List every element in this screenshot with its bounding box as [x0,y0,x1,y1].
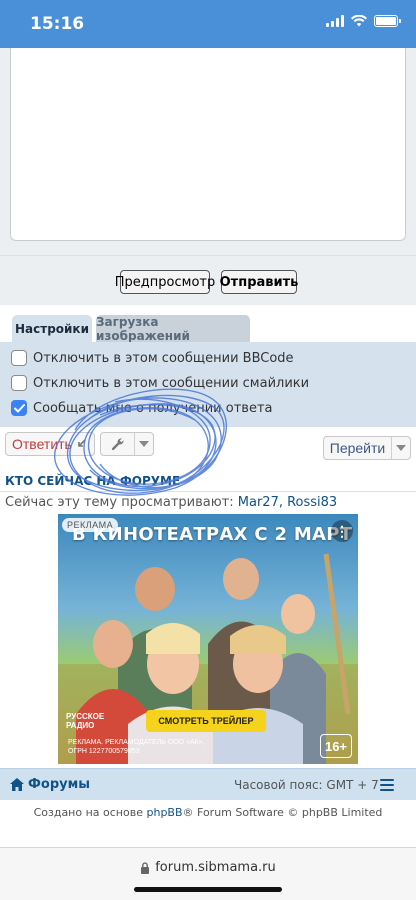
home-icon [10,778,24,791]
chevron-down-icon [396,445,406,451]
jump-to-button[interactable]: Перейти [323,436,411,460]
divider [0,491,416,492]
option-notify-reply[interactable]: Сообщать мне о получении ответа [11,400,273,416]
options-panel: Отключить в этом сообщении BBCode Отключ… [0,342,416,427]
submit-buttons: Предпросмотр Отправить [0,255,416,305]
preview-button[interactable]: Предпросмотр [115,270,215,294]
checkmark-icon [13,403,25,412]
viewing-prefix: Сейчас эту тему просматривают: [5,495,234,510]
checkbox[interactable] [11,375,27,391]
checkbox[interactable] [11,350,27,366]
viewing-user-links[interactable]: Mar27, Rossi83 [238,495,337,510]
ad-logo: РУССКОЕ РАДИО [66,712,105,730]
ad-legal-line: ОГРН 1227700579853 [68,748,140,755]
status-icons [326,15,401,27]
timezone-text: Часовой пояс: GMT + 7 [234,778,379,792]
option-label: Отключить в этом сообщении BBCode [33,350,294,366]
forums-home-link[interactable]: Форумы [10,777,90,792]
options-tabs: Настройки Загрузка изображений [0,305,416,343]
home-indicator [134,887,282,892]
browser-address-bar[interactable]: forum.sibmama.ru [0,847,416,900]
tab-settings[interactable]: Настройки [12,315,92,342]
url-display[interactable]: forum.sibmama.ru [0,860,416,875]
wrench-icon [111,438,124,451]
status-bar: 15:16 [0,0,416,48]
lock-icon [141,861,150,874]
message-textarea[interactable] [10,48,406,241]
option-disable-smilies[interactable]: Отключить в этом сообщении смайлики [11,375,309,391]
footer-navbar: Форумы Часовой пояс: GMT + 7 [0,768,416,800]
age-rating-badge: 16+ [320,734,352,758]
forums-label: Форумы [28,777,90,792]
submit-button[interactable]: Отправить [220,270,298,294]
topic-action-bar: Ответить Перейти [0,427,416,473]
option-disable-bbcode[interactable]: Отключить в этом сообщении BBCode [11,350,294,366]
created-prefix: Создано на основе [33,806,143,819]
chevron-down-icon [139,441,149,447]
reply-arrow-icon [78,439,86,447]
jump-to-label: Перейти [324,437,392,459]
ad-legal-text: РЕКЛАМА. РЕКЛАМОДАТЕЛЬ ООО «АК», ОГРН 12… [68,738,205,756]
reply-button[interactable]: Ответить [5,432,95,456]
reply-label: Ответить [12,436,72,452]
ad-legal-line: РЕКЛАМА. РЕКЛАМОДАТЕЛЬ ООО «АК», [68,739,205,746]
tab-image-upload[interactable]: Загрузка изображений [96,315,250,343]
advertisement-banner[interactable]: В КИНОТЕАТРАХ С 2 МАРТ РЕКЛАМА ⋮ РУССКОЕ… [58,514,358,764]
topic-tools-button[interactable] [100,432,154,456]
post-editor-area [0,48,416,255]
viewing-users: Сейчас эту тему просматривают: Mar27, Ro… [5,495,337,510]
phpbb-link[interactable]: phpBB [146,806,182,819]
status-time: 15:16 [30,14,85,34]
ad-tag: РЕКЛАМА [62,518,119,532]
created-suffix: ® Forum Software © phpBB Limited [182,806,383,819]
option-label: Отключить в этом сообщении смайлики [33,375,310,391]
battery-icon [374,15,401,27]
who-online-heading: КТО СЕЙЧАС НА ФОРУМЕ [5,474,181,488]
url-text: forum.sibmama.ru [155,860,276,875]
option-label: Сообщать мне о получении ответа [33,400,273,416]
cellular-signal-icon [326,15,344,27]
more-options-icon[interactable]: ⋮ [331,520,353,542]
hamburger-menu-icon[interactable] [380,779,394,791]
watch-trailer-button[interactable]: СМОТРЕТЬ ТРЕЙЛЕР [146,710,266,732]
checkbox-checked[interactable] [11,400,27,416]
wifi-icon [351,15,367,27]
copyright-line: Создано на основе phpBB® Forum Software … [0,806,416,819]
